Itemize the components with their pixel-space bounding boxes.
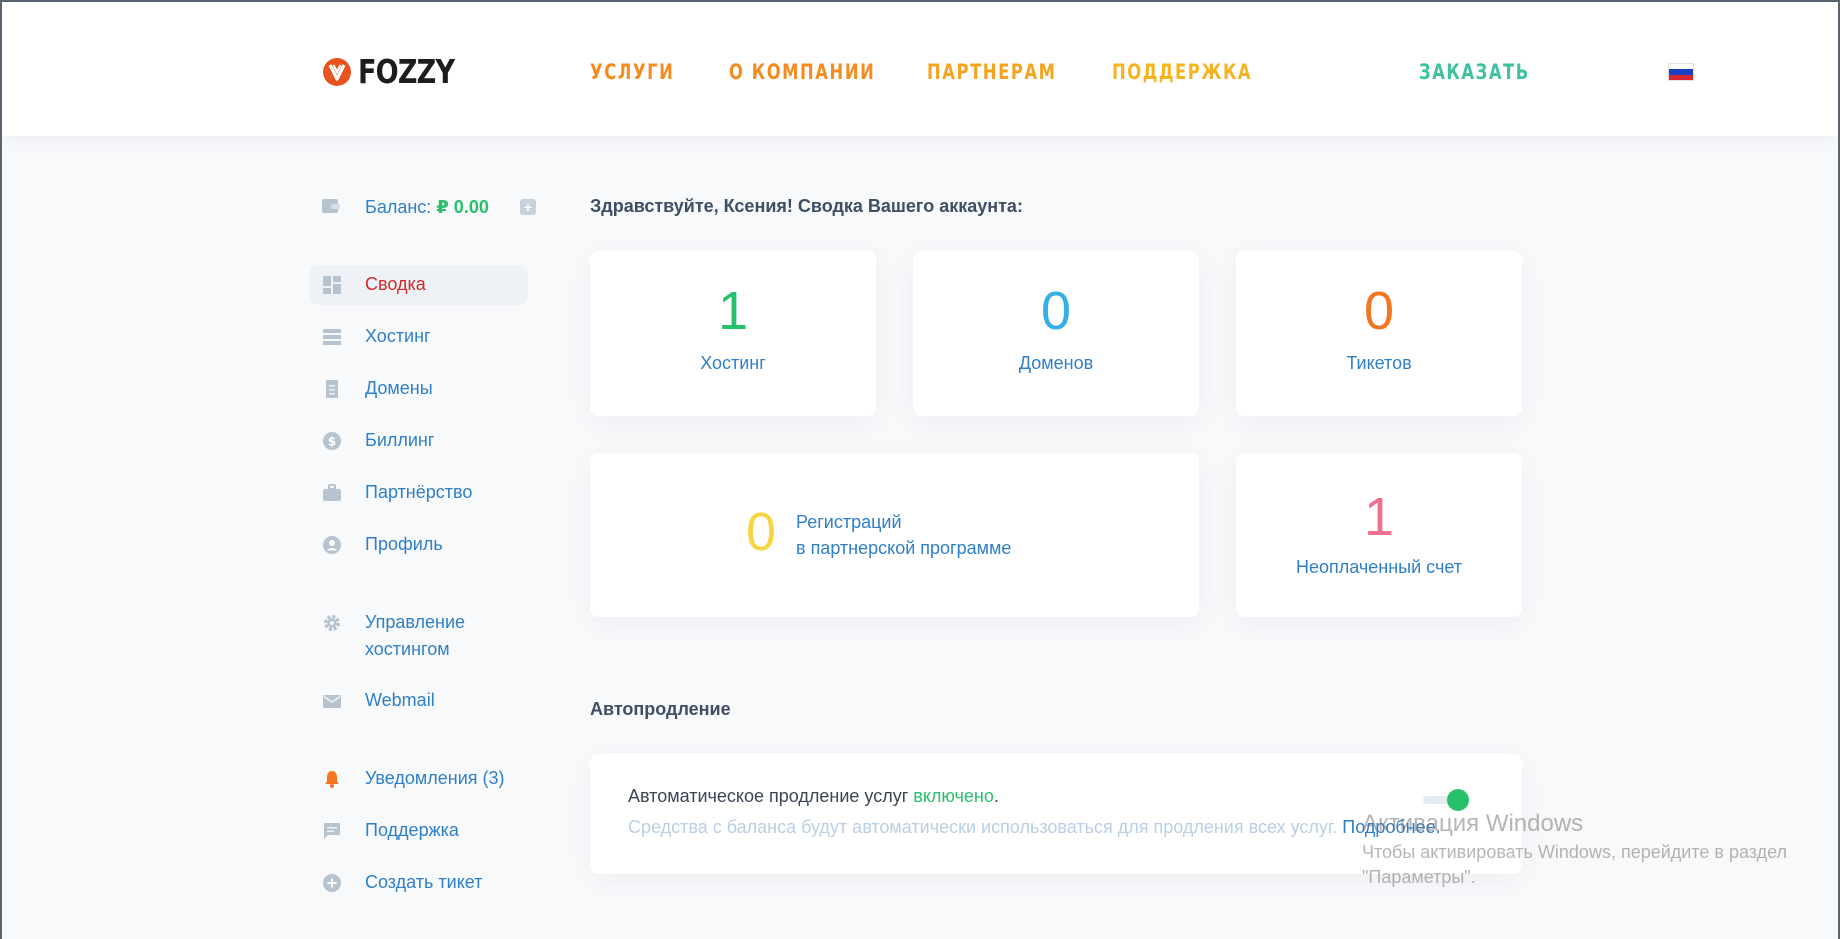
autorenew-status: включено: [913, 786, 994, 806]
sidebar-item-label-line1: Управление: [365, 612, 466, 632]
plus-circle-icon: [323, 874, 341, 892]
toggle-knob: [1447, 789, 1469, 811]
balance-label-text: Баланс:: [365, 197, 437, 217]
bell-icon: [325, 771, 339, 788]
sidebar-item-hosting-management[interactable]: Управление хостингом: [310, 603, 528, 663]
mail-icon: [323, 695, 341, 708]
sidebar-item-billing[interactable]: $ Биллинг: [310, 421, 528, 461]
sidebar-item-webmail[interactable]: Webmail: [310, 681, 528, 721]
sidebar-item-label: Управление хостингом: [365, 609, 465, 663]
balance-label: Баланс: ₽ 0.00: [365, 197, 489, 218]
sidebar-item-summary[interactable]: Сводка: [310, 265, 528, 305]
sidebar-item-profile[interactable]: Профиль: [310, 525, 528, 565]
fozzy-logo[interactable]: FOZZY: [322, 52, 475, 91]
partner-label-line1: Регистраций: [796, 512, 902, 532]
sidebar-item-label: Биллинг: [365, 430, 435, 450]
stat-value: 1: [1363, 487, 1395, 547]
user-icon: [323, 536, 341, 554]
stat-value: 1: [717, 281, 749, 341]
sidebar-item-label: Webmail: [365, 690, 435, 710]
windows-activation-watermark: Активация Windows Чтобы активировать Win…: [1362, 810, 1787, 888]
chat-icon: [324, 823, 340, 839]
stat-label: Хостинг: [700, 353, 766, 373]
nav-company[interactable]: О КОМПАНИИ: [729, 60, 875, 84]
document-icon: [326, 380, 338, 398]
server-icon: [323, 329, 341, 345]
stat-card-partner-registrations[interactable]: 0 Регистраций в партнерской программе: [590, 453, 1199, 617]
gear-icon: [324, 615, 340, 631]
site-header: FOZZY УСЛУГИ О КОМПАНИИ ПАРТНЕРАМ ПОДДЕР…: [0, 0, 1840, 136]
balance-row: Баланс: ₽ 0.00 +: [310, 190, 536, 222]
partner-value: 0: [746, 502, 777, 562]
autorenew-description-text: Средства с баланса будут автоматически и…: [628, 817, 1343, 837]
stat-label: Доменов: [1018, 353, 1094, 373]
dashboard-icon: [323, 276, 341, 294]
autorenew-status-text: Автоматическое продление услуг включено.: [628, 786, 999, 807]
sidebar-item-label: Сводка: [365, 274, 426, 294]
autorenew-toggle[interactable]: [1423, 788, 1469, 812]
stat-card-unpaid-invoice[interactable]: 1 Неоплаченный счет: [1236, 453, 1522, 617]
stat-value: 0: [1040, 281, 1072, 341]
fozzy-logo-icon: [323, 57, 351, 86]
add-balance-button[interactable]: +: [520, 199, 536, 215]
watermark-line2: "Параметры".: [1362, 867, 1476, 887]
autorenew-period: .: [993, 786, 999, 806]
autorenew-text: Автоматическое продление услуг: [628, 786, 914, 806]
stat-label: Тикетов: [1346, 353, 1412, 373]
nav-order[interactable]: ЗАКАЗАТЬ: [1419, 60, 1530, 84]
stat-label: Неоплаченный счет: [1296, 557, 1462, 577]
balance-amount: ₽ 0.00: [436, 197, 489, 217]
dollar-icon: $: [323, 432, 341, 450]
stat-card-domains[interactable]: 0 Доменов: [913, 251, 1199, 416]
sidebar-item-label: Профиль: [365, 534, 443, 554]
nav-partners[interactable]: ПАРТНЕРАМ: [927, 60, 1056, 84]
wallet-icon: [322, 199, 340, 213]
briefcase-icon: [323, 484, 341, 501]
nav-support[interactable]: ПОДДЕРЖКА: [1112, 60, 1252, 84]
logo-text: FOZZY: [358, 52, 455, 91]
sidebar-item-create-ticket[interactable]: Создать тикет: [310, 863, 528, 903]
nav-services[interactable]: УСЛУГИ: [590, 60, 674, 84]
sidebar-item-hosting[interactable]: Хостинг: [310, 317, 528, 357]
sidebar-item-label: Хостинг: [365, 326, 431, 346]
stat-card-tickets[interactable]: 0 Тикетов: [1236, 251, 1522, 416]
sidebar-item-label: Создать тикет: [365, 872, 483, 892]
partner-label-line2: в партнерской программе: [796, 538, 1012, 558]
sidebar-item-label: Домены: [365, 378, 433, 398]
sidebar-item-label-line2: хостингом: [365, 639, 450, 659]
page-title: Здравствуйте, Ксения! Сводка Вашего акка…: [590, 196, 1023, 216]
sidebar-item-label: Поддержка: [365, 820, 459, 840]
sidebar-item-notifications[interactable]: Уведомления (3): [310, 759, 528, 799]
watermark-line1: Чтобы активировать Windows, перейдите в …: [1362, 842, 1788, 862]
autorenew-description: Средства с баланса будут автоматически и…: [628, 817, 1441, 838]
svg-text:$: $: [328, 435, 336, 449]
sidebar-item-label: Уведомления (3): [365, 768, 505, 788]
flag-ru-icon[interactable]: [1668, 63, 1694, 81]
sidebar-item-support[interactable]: Поддержка: [310, 811, 528, 851]
sidebar-item-partnership[interactable]: Партнёрство: [310, 473, 528, 513]
stat-card-hosting[interactable]: 1 Хостинг: [590, 251, 876, 416]
autorenew-title: Автопродление: [590, 699, 731, 719]
watermark-title: Активация Windows: [1362, 810, 1584, 837]
stat-value: 0: [1363, 281, 1395, 341]
sidebar-item-label: Партнёрство: [365, 482, 473, 502]
sidebar-item-domains[interactable]: Домены: [310, 369, 528, 409]
